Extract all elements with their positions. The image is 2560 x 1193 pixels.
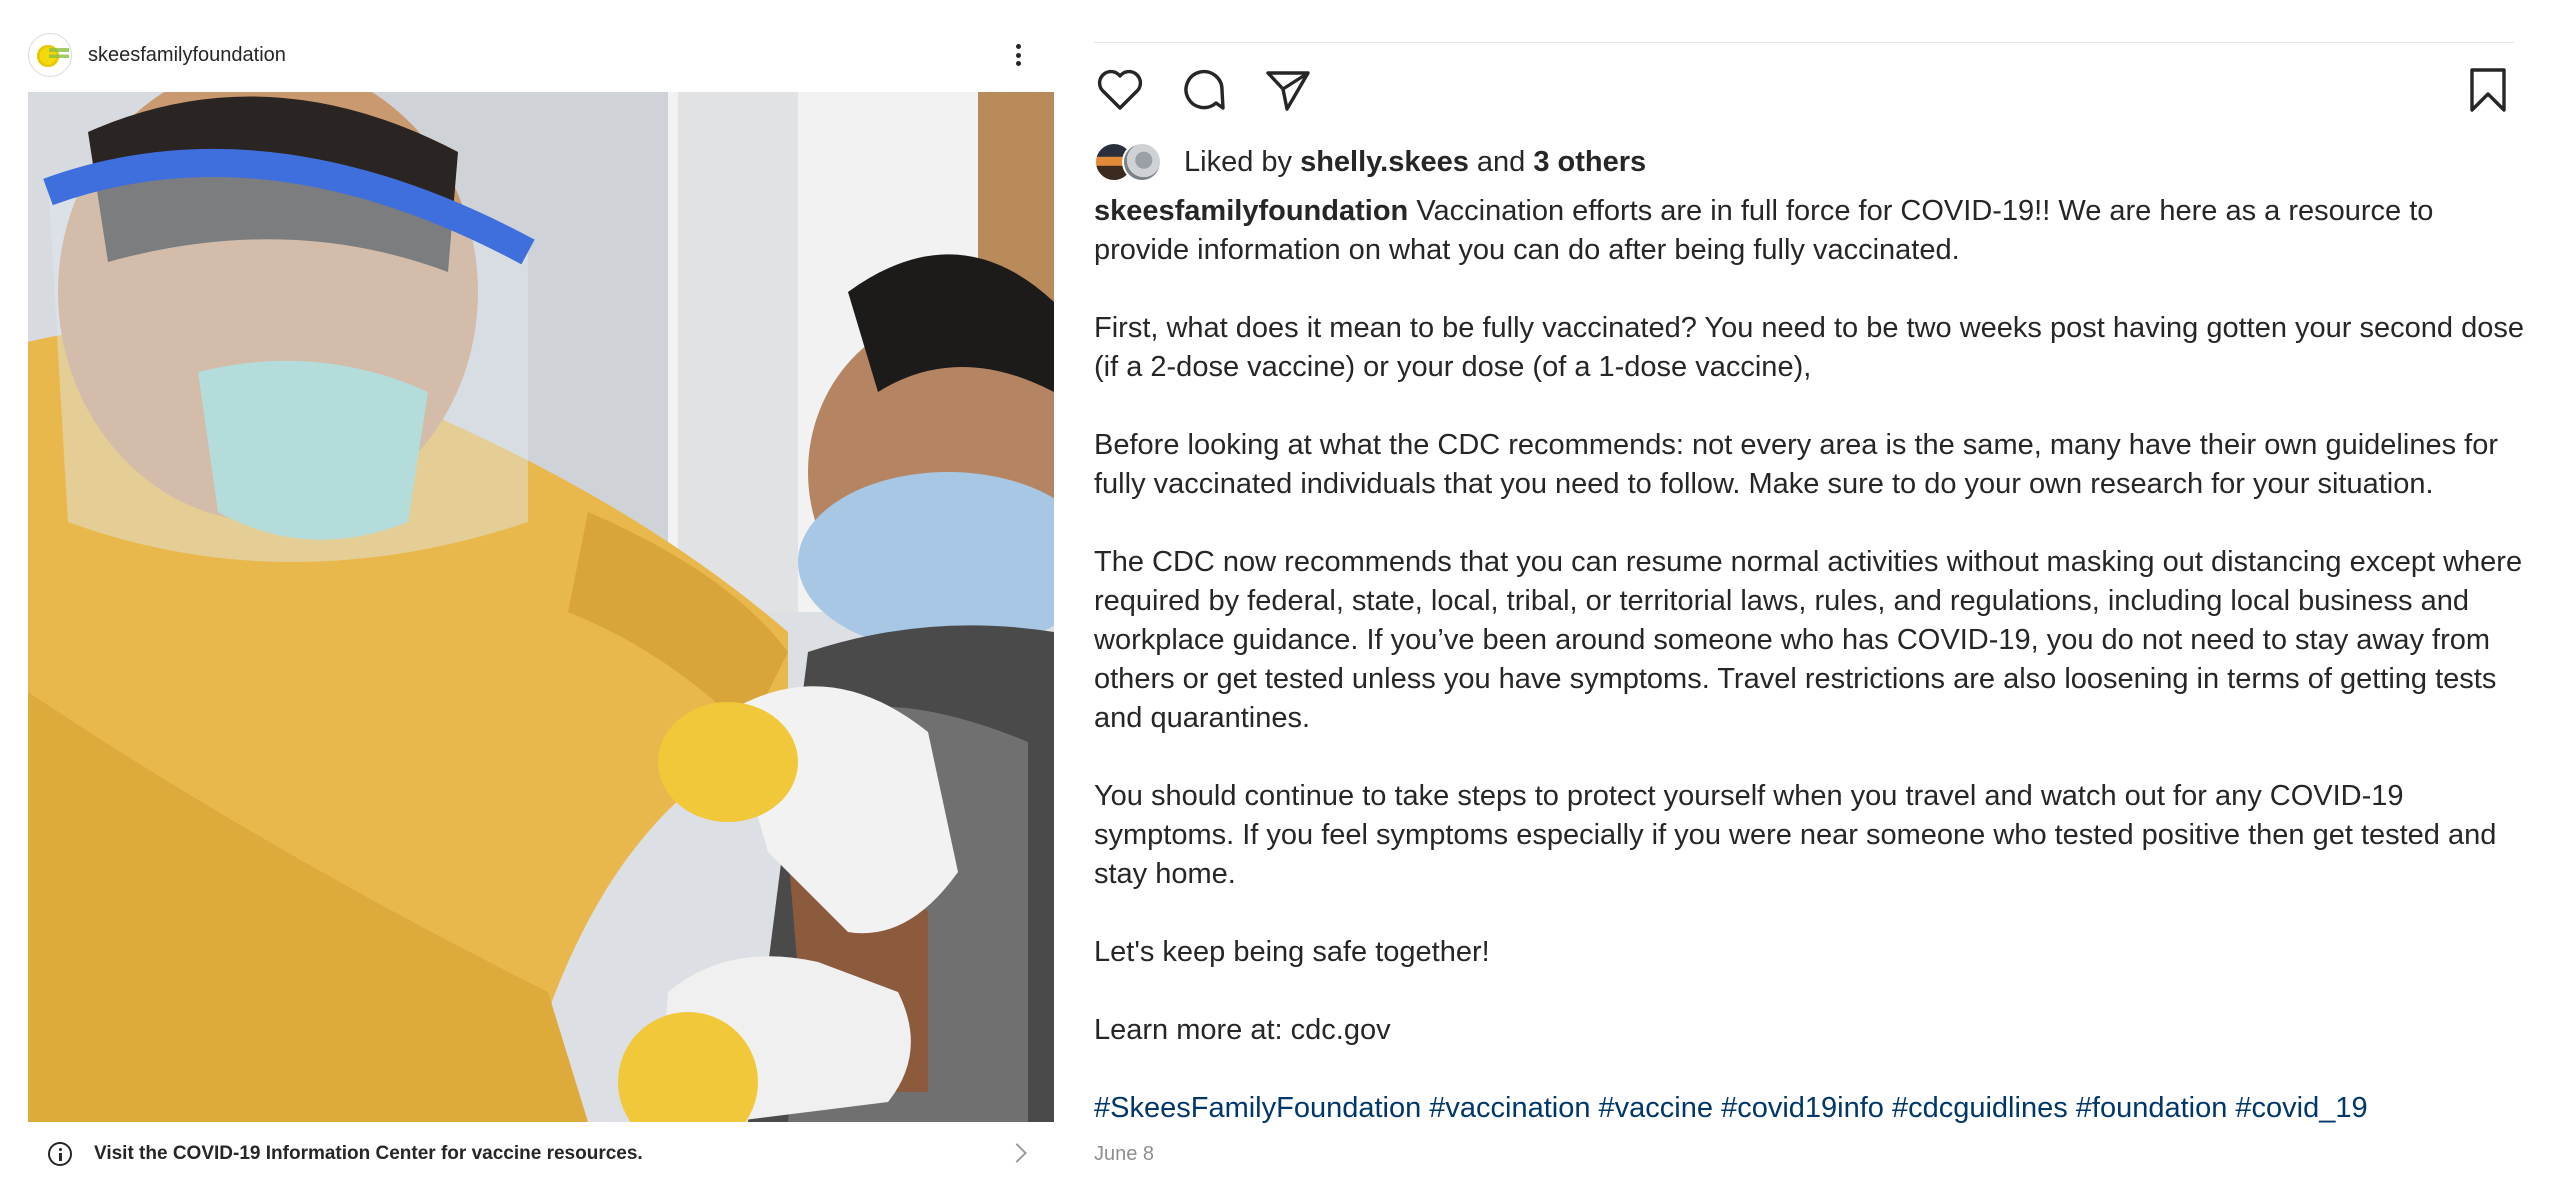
caption-paragraph-5: Let's keep being safe together! bbox=[1094, 936, 1490, 968]
post-caption: skeesfamilyfoundation Vaccination effort… bbox=[1094, 192, 2524, 1167]
post-details-panel: Liked by shelly.skees and 3 others skees… bbox=[1094, 0, 2534, 1193]
liked-by-text: Liked by shelly.skees and 3 others bbox=[1184, 146, 1646, 179]
chevron-right-icon bbox=[1007, 1143, 1027, 1163]
caption-paragraph-1: First, what does it mean to be fully vac… bbox=[1094, 312, 2524, 383]
covid-info-text: Visit the COVID-19 Information Center fo… bbox=[94, 1143, 643, 1164]
caption-paragraph-3: The CDC now recommends that you can resu… bbox=[1094, 546, 2523, 734]
post-actions bbox=[1094, 64, 2514, 120]
comment-icon[interactable] bbox=[1178, 64, 1230, 116]
liked-by-others-link[interactable]: 3 others bbox=[1533, 146, 1646, 178]
logo-text-graphic bbox=[49, 48, 69, 62]
covid-info-banner[interactable]: Visit the COVID-19 Information Center fo… bbox=[28, 1128, 1054, 1180]
caption-hashtags[interactable]: #SkeesFamilyFoundation #vaccination #vac… bbox=[1094, 1089, 2524, 1128]
post-header: skeesfamilyfoundation bbox=[28, 30, 1048, 80]
liker-avatars bbox=[1094, 142, 1170, 182]
liked-by-row[interactable]: Liked by shelly.skees and 3 others bbox=[1094, 142, 1646, 182]
caption-paragraph-2: Before looking at what the CDC recommend… bbox=[1094, 429, 2498, 500]
caption-username[interactable]: skeesfamilyfoundation bbox=[1094, 195, 1408, 227]
more-options-icon[interactable] bbox=[1008, 40, 1028, 70]
avatar bbox=[1122, 142, 1162, 182]
caption-paragraph-4: You should continue to take steps to pro… bbox=[1094, 780, 2497, 890]
post-media-panel: skeesfamilyfoundation Visit the COVID-19… bbox=[0, 0, 1060, 1193]
post-photo[interactable] bbox=[28, 92, 1054, 1122]
divider bbox=[1094, 42, 2514, 43]
post-username[interactable]: skeesfamilyfoundation bbox=[88, 44, 286, 67]
avatar[interactable] bbox=[28, 33, 72, 77]
caption-intro: skeesfamilyfoundation Vaccination effort… bbox=[1094, 192, 2524, 270]
post-date: June 8 bbox=[1094, 1143, 1155, 1165]
liked-by-user-link[interactable]: shelly.skees bbox=[1300, 146, 1469, 178]
bookmark-icon[interactable] bbox=[2462, 64, 2514, 116]
liked-by-and: and bbox=[1476, 145, 1526, 178]
info-icon bbox=[48, 1142, 72, 1166]
heart-icon[interactable] bbox=[1094, 64, 1146, 116]
caption-paragraph-6: Learn more at: cdc.gov bbox=[1094, 1014, 1391, 1046]
share-icon[interactable] bbox=[1262, 64, 1314, 116]
liked-by-prefix: Liked by bbox=[1184, 145, 1293, 178]
